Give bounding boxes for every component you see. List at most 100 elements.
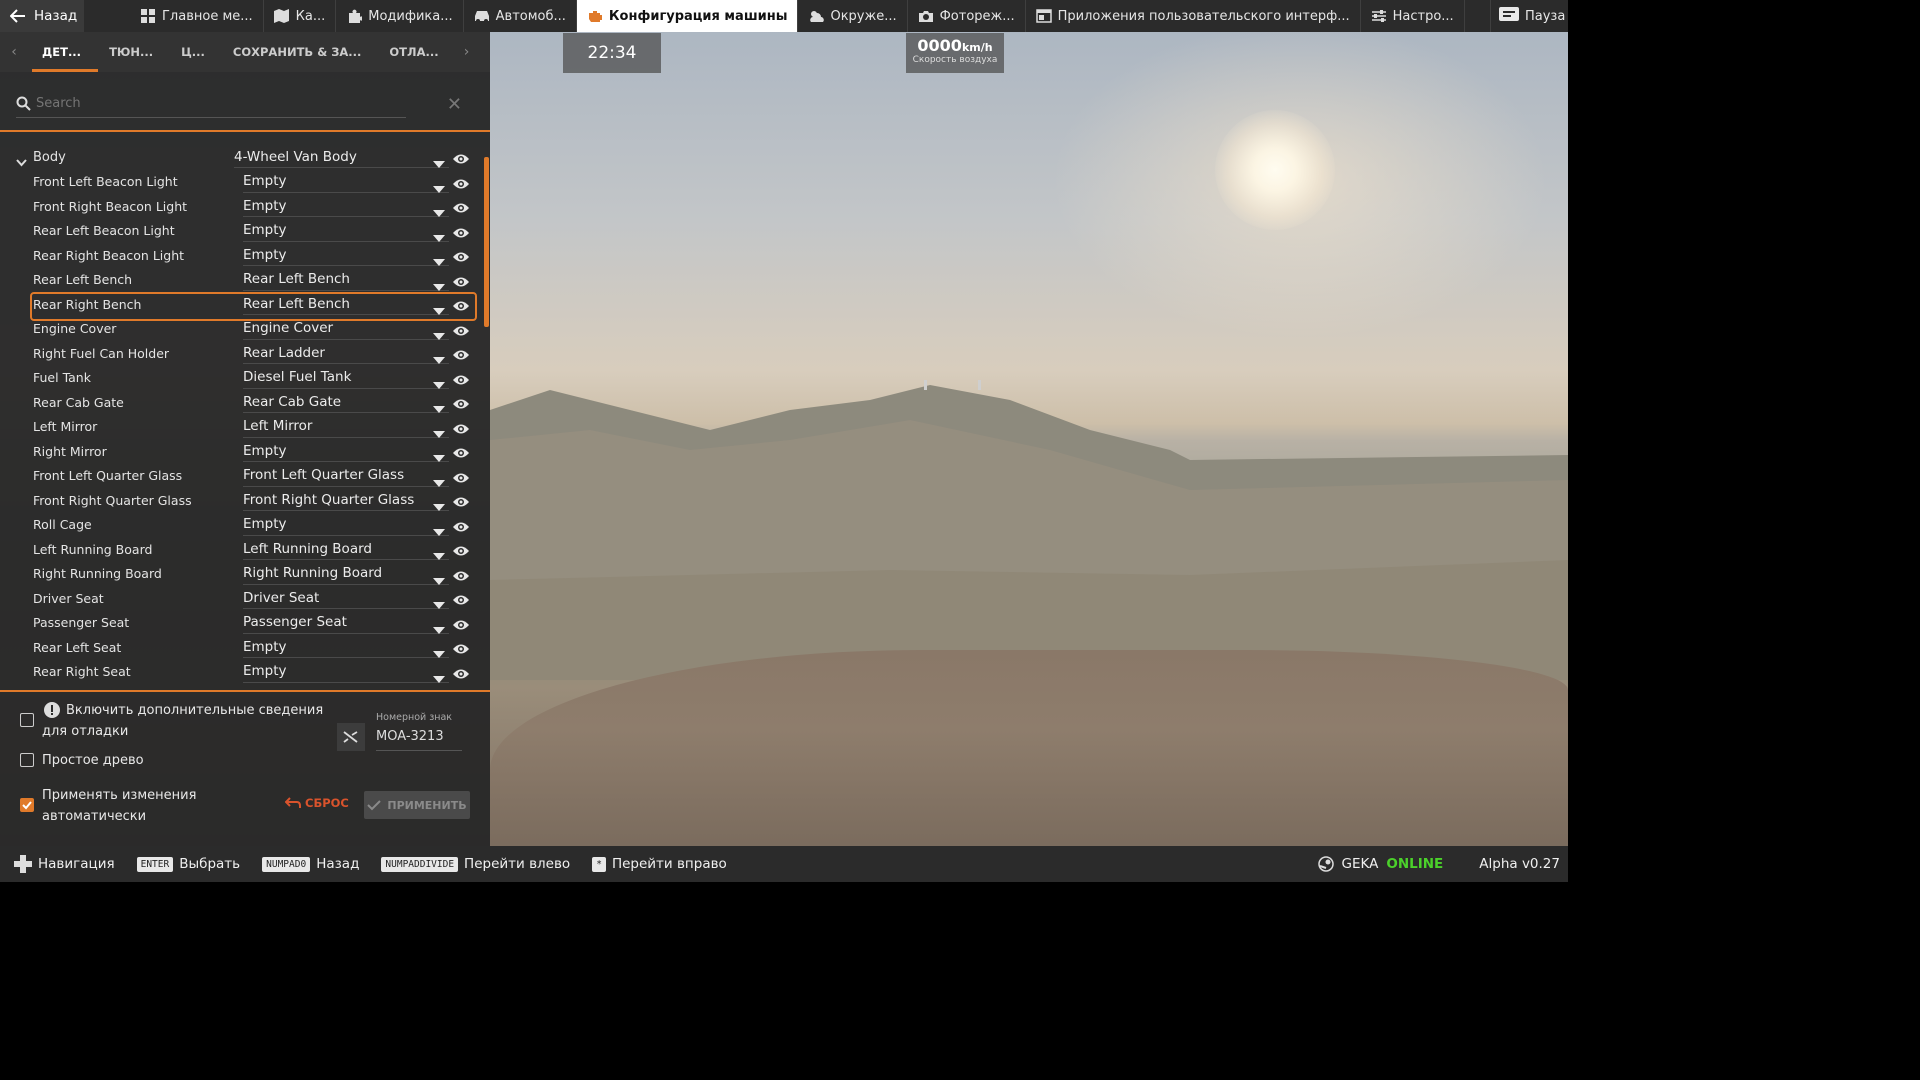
search-input[interactable] [16, 90, 406, 118]
tree-row[interactable]: Roll Cage Empty [0, 513, 482, 538]
subtab-prev-arrow[interactable]: ‹ [0, 44, 28, 60]
tree-row[interactable]: Right Mirror Empty [0, 439, 482, 464]
subtab-color[interactable]: Ц... [167, 32, 219, 72]
part-select[interactable]: Rear Left Bench [243, 293, 449, 316]
tree-row[interactable]: Rear Left Beacon Light Empty [0, 219, 482, 244]
part-select[interactable]: Rear Left Bench [243, 269, 449, 291]
eye-icon[interactable] [452, 346, 470, 365]
pause-button[interactable]: Пауза [1490, 0, 1568, 32]
part-select[interactable]: Left Mirror [243, 416, 449, 438]
part-select[interactable]: Empty [243, 195, 449, 218]
part-select[interactable]: Left Running Board [243, 538, 449, 561]
tree-scrollbar[interactable] [484, 157, 489, 327]
part-slot-label: Left Running Board [33, 541, 153, 557]
tree-row[interactable]: Front Left Quarter Glass Front Left Quart… [0, 464, 482, 489]
part-select[interactable]: Rear Cab Gate [243, 391, 449, 414]
tab-photo-mode[interactable]: Фотореж... [908, 0, 1026, 32]
subtab-parts[interactable]: ДЕТ... [28, 32, 95, 72]
tree-row[interactable]: Fuel Tank Diesel Fuel Tank [0, 366, 482, 391]
eye-icon[interactable] [452, 175, 470, 194]
eye-icon[interactable] [452, 640, 470, 659]
subtab-save-load[interactable]: СОХРАНИТЬ & ЗА... [219, 32, 375, 72]
eye-icon[interactable] [452, 224, 470, 243]
debug-info-checkbox[interactable] [20, 713, 34, 727]
eye-icon[interactable] [452, 297, 470, 316]
back-button[interactable]: Назад [0, 0, 84, 32]
tree-row[interactable]: Rear Left Bench Rear Left Bench [0, 268, 482, 293]
part-select[interactable]: 4-Wheel Van Body [234, 146, 449, 169]
eye-icon[interactable] [452, 371, 470, 390]
tab-vehicles[interactable]: Автомоб... [464, 0, 577, 32]
eye-icon[interactable] [452, 395, 470, 414]
tab-vehicle-config[interactable]: Конфигурация машины [576, 0, 799, 32]
part-select[interactable]: Empty [243, 171, 449, 193]
eye-icon[interactable] [452, 273, 470, 292]
eye-icon[interactable] [452, 469, 470, 488]
clear-search-icon[interactable]: ✕ [447, 94, 462, 115]
part-select[interactable]: Empty [243, 440, 449, 463]
eye-icon[interactable] [452, 444, 470, 463]
tab-main-menu[interactable]: Главное ме... [130, 0, 264, 32]
tree-row[interactable]: Passenger Seat Passenger Seat [0, 611, 482, 636]
auto-apply-checkbox[interactable] [20, 798, 34, 812]
tree-row[interactable]: Rear Right Seat Empty [0, 660, 482, 685]
reset-button[interactable]: СБРОС [285, 796, 349, 810]
part-select[interactable]: Engine Cover [243, 318, 449, 340]
part-select[interactable]: Right Running Board [243, 563, 449, 585]
eye-icon[interactable] [452, 518, 470, 537]
part-select[interactable]: Diesel Fuel Tank [243, 367, 449, 389]
tree-row[interactable]: Right Running Board Right Running Board [0, 562, 482, 587]
subtab-next-arrow[interactable]: › [453, 44, 481, 60]
part-select[interactable]: Empty [243, 514, 449, 536]
tree-row[interactable]: Front Left Beacon Light Empty [0, 170, 482, 195]
eye-icon[interactable] [452, 322, 470, 341]
part-select[interactable]: Empty [243, 636, 449, 659]
eye-icon[interactable] [452, 248, 470, 267]
eye-icon[interactable] [452, 542, 470, 561]
tree-row[interactable]: Front Right Beacon Light Empty [0, 194, 482, 219]
tree-row[interactable]: Rear Right Beacon Light Empty [0, 243, 482, 268]
tree-row[interactable]: Rear Right Bench Rear Left Bench [0, 292, 482, 321]
chevron-down-icon[interactable] [16, 152, 27, 171]
dropdown-arrow-icon[interactable] [433, 668, 445, 687]
tree-row[interactable]: Engine Cover Engine Cover [0, 317, 482, 342]
tab-map[interactable]: Ка... [264, 0, 337, 32]
part-select[interactable]: Rear Ladder [243, 342, 449, 365]
subtab-debug[interactable]: ОТЛА... [375, 32, 452, 72]
subtab-tuning[interactable]: ТЮН... [95, 32, 167, 72]
part-select[interactable]: Passenger Seat [243, 612, 449, 634]
part-select[interactable]: Driver Seat [243, 587, 449, 610]
eye-icon[interactable] [452, 199, 470, 218]
tree-row[interactable]: Front Right Quarter Glass Front Right Qua… [0, 488, 482, 513]
part-select[interactable]: Front Right Quarter Glass [243, 489, 449, 512]
eye-icon[interactable] [452, 665, 470, 684]
eye-icon[interactable] [452, 420, 470, 439]
randomize-plate-button[interactable] [337, 723, 365, 751]
tree-row[interactable]: Rear Cab Gate Rear Cab Gate [0, 390, 482, 415]
eye-icon[interactable] [452, 591, 470, 610]
tree-row-body[interactable]: Body 4-Wheel Van Body [0, 145, 482, 170]
eye-icon[interactable] [452, 567, 470, 586]
part-slot-label: Front Left Quarter Glass [33, 468, 183, 484]
part-select[interactable]: Front Left Quarter Glass [243, 465, 449, 487]
tab-ui-apps[interactable]: Приложения пользовательского интерф... [1026, 0, 1361, 32]
tab-mods[interactable]: Модифика... [336, 0, 464, 32]
eye-icon[interactable] [452, 150, 470, 169]
warning-icon [44, 702, 60, 722]
part-slot-label: Rear Cab Gate [33, 394, 124, 410]
tab-environment[interactable]: Окруже... [798, 0, 908, 32]
tree-row[interactable]: Left Mirror Left Mirror [0, 415, 482, 440]
tree-row[interactable]: Left Running Board Left Running Board [0, 537, 482, 562]
plate-input[interactable]: MOA-3213 [376, 729, 462, 751]
apply-button[interactable]: ПРИМЕНИТЬ [364, 791, 470, 819]
tree-row[interactable]: Rear Left Seat Empty [0, 635, 482, 660]
simple-tree-checkbox[interactable] [20, 753, 34, 767]
part-select[interactable]: Empty [243, 661, 449, 683]
tab-settings[interactable]: Настро... [1361, 0, 1465, 32]
part-select[interactable]: Empty [243, 220, 449, 242]
tree-row[interactable]: Right Fuel Can Holder Rear Ladder [0, 341, 482, 366]
eye-icon[interactable] [452, 493, 470, 512]
tree-row[interactable]: Driver Seat Driver Seat [0, 586, 482, 611]
part-select[interactable]: Empty [243, 244, 449, 267]
eye-icon[interactable] [452, 616, 470, 635]
